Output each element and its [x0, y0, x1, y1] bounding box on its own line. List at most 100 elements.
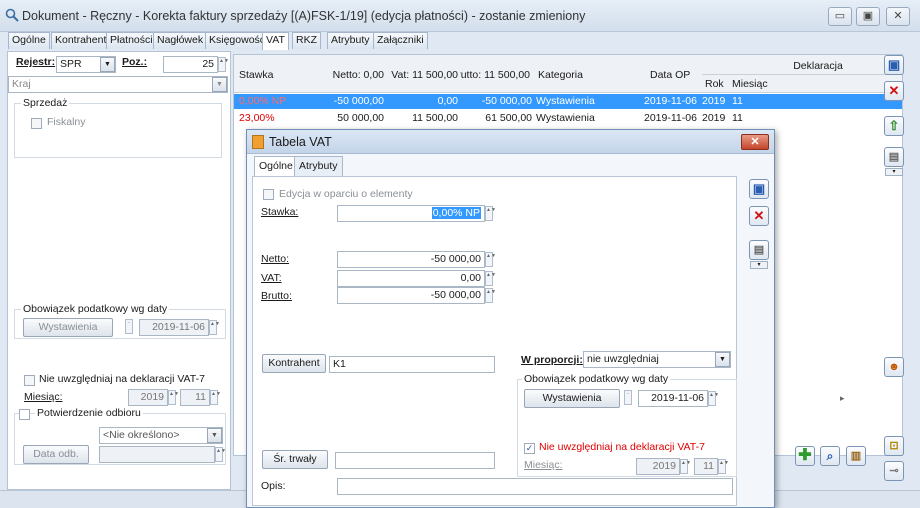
print-icon[interactable]: ▤: [884, 147, 904, 167]
col-rok[interactable]: Rok: [705, 78, 724, 90]
dialog-wystawienia-button[interactable]: Wystawienia: [524, 389, 620, 408]
w-proporcji-label: W proporcji:: [521, 354, 583, 366]
dialog-miesiac-year[interactable]: 2019: [636, 458, 680, 475]
sr-trwaly-input[interactable]: [335, 452, 495, 469]
dialog-obowiazek-date[interactable]: 2019-11-06: [638, 390, 708, 407]
dialog-date-stepper[interactable]: ▲▼: [708, 391, 719, 406]
stawka-input[interactable]: 0,00% NP: [337, 205, 485, 222]
dialog-print-icon[interactable]: ▤: [749, 240, 769, 260]
dialog-month-stepper[interactable]: ▲▼: [718, 459, 729, 474]
approve-icon[interactable]: ⇧: [884, 116, 904, 136]
date-stepper[interactable]: ▲▼: [209, 320, 220, 335]
wystawienia-button[interactable]: Wystawienia: [23, 318, 113, 337]
obowiazek-date[interactable]: 2019-11-06: [139, 319, 209, 336]
col-vat[interactable]: Vat: 11 500,00: [386, 69, 458, 81]
cell-data-op: 2019-11-06: [644, 112, 697, 124]
col-data-op[interactable]: Data OP: [650, 69, 690, 81]
minimize-button[interactable]: ▭: [828, 7, 852, 26]
tab-platnosci[interactable]: Płatności: [106, 32, 157, 49]
dialog-wystawienia-stepper[interactable]: -: [624, 390, 632, 405]
year-stepper[interactable]: ▲▼: [168, 390, 179, 405]
dialog-miesiac-month[interactable]: 11: [694, 458, 718, 475]
rejestr-select[interactable]: SPR ▼: [56, 56, 116, 73]
col-kategoria[interactable]: Kategoria: [538, 69, 583, 81]
dialog-nie-uwzgledniaj-label: Nie uwzględniaj na deklaracji VAT-7: [539, 441, 705, 453]
chevron-down-icon[interactable]: ▼: [212, 77, 227, 92]
tab-atrybuty[interactable]: Atrybuty: [294, 156, 343, 176]
dialog-nie-uwzgledniaj-checkbox[interactable]: ✓: [524, 443, 535, 454]
vat-stepper[interactable]: ▲▼: [485, 271, 496, 286]
tab-naglowek[interactable]: Nagłówek: [153, 32, 208, 49]
add-icon[interactable]: ✚: [795, 446, 815, 466]
dialog-body: Edycja w oparciu o elementy Stawka: 0,00…: [252, 176, 737, 506]
dialog-cancel-icon[interactable]: ✕: [749, 206, 769, 226]
col-netto[interactable]: Netto: 0,00: [314, 69, 384, 81]
tab-zalaczniki[interactable]: Załączniki: [373, 32, 428, 49]
dialog-close-button[interactable]: ✕: [741, 134, 769, 150]
col-miesiac[interactable]: Miesiąc: [732, 78, 768, 90]
tab-vat[interactable]: VAT: [262, 32, 289, 50]
netto-stepper[interactable]: ▲▼: [485, 252, 496, 267]
potwierdzenie-checkbox[interactable]: [19, 409, 30, 420]
data-odb-input[interactable]: [99, 446, 215, 463]
nie-uwzgledniaj-checkbox[interactable]: [24, 375, 35, 386]
table-row[interactable]: 23,00% 50 000,00 11 500,00 61 500,00 Wys…: [234, 111, 902, 126]
opis-input[interactable]: [337, 478, 733, 495]
miesiac-month[interactable]: 11: [180, 389, 210, 406]
vat-input[interactable]: 0,00: [337, 270, 485, 287]
pin-icon[interactable]: ⊸: [884, 461, 904, 481]
netto-input[interactable]: -50 000,00: [337, 251, 485, 268]
data-odb-stepper[interactable]: ▲▼: [215, 447, 226, 462]
stawka-stepper[interactable]: ▲▼: [485, 206, 496, 221]
cell-miesiac: 11: [732, 95, 743, 107]
table-header: Stawka Netto: 0,00 Vat: 11 500,00 Brutto…: [234, 55, 902, 93]
dialog-obowiazek-label: Obowiązek podatkowy wg daty: [522, 373, 671, 385]
tab-kontrahent[interactable]: Kontrahent: [51, 32, 111, 49]
poz-input[interactable]: 25: [163, 56, 218, 73]
miesiac-year[interactable]: 2019: [128, 389, 168, 406]
chevron-down-icon[interactable]: ▼: [715, 352, 730, 367]
brutto-input[interactable]: -50 000,00: [337, 287, 485, 304]
cell-netto: 50 000,00: [337, 112, 384, 124]
poz-stepper[interactable]: ▲▼: [218, 57, 229, 72]
print-dropdown-icon[interactable]: ▾: [885, 168, 903, 176]
dialog-print-dropdown-icon[interactable]: ▾: [750, 261, 768, 269]
tab-ogolne[interactable]: Ogólne: [8, 32, 50, 49]
month-stepper[interactable]: ▲▼: [210, 390, 221, 405]
nieokreslono-select[interactable]: <Nie określono> ▼: [99, 427, 223, 444]
brutto-stepper[interactable]: ▲▼: [485, 288, 496, 303]
w-proporcji-select[interactable]: nie uwzględniaj ▼: [583, 351, 731, 368]
col-stawka[interactable]: Stawka: [239, 69, 273, 81]
sr-trwaly-button[interactable]: Śr. trwały: [262, 450, 328, 469]
lock-icon[interactable]: ⊡: [884, 436, 904, 456]
cell-miesiac: 11: [732, 112, 743, 124]
fiskalny-checkbox[interactable]: [31, 118, 42, 129]
cancel-icon[interactable]: ✕: [884, 81, 904, 101]
close-button[interactable]: ✕: [886, 7, 910, 26]
delete-icon[interactable]: ▥: [846, 446, 866, 466]
tab-rkz[interactable]: RKZ: [292, 32, 321, 49]
chevron-down-icon[interactable]: ▼: [207, 428, 222, 443]
dialog-year-stepper[interactable]: ▲▼: [680, 459, 691, 474]
tab-ksiegowosc[interactable]: Księgowość: [205, 32, 270, 49]
cell-brutto: -50 000,00: [481, 95, 532, 107]
cell-kategoria: Wystawienia: [536, 112, 595, 124]
kraj-select[interactable]: Kraj ▼: [8, 76, 228, 93]
tab-ogolne[interactable]: Ogólne: [254, 156, 298, 177]
users-icon[interactable]: ☻: [884, 357, 904, 377]
search-icon[interactable]: ⌕: [820, 446, 840, 466]
table-row[interactable]: 0,00% NP -50 000,00 0,00 -50 000,00 Wyst…: [234, 94, 902, 109]
kontrahent-input[interactable]: K1: [329, 356, 495, 373]
kontrahent-button[interactable]: Kontrahent: [262, 354, 326, 373]
tab-atrybuty[interactable]: Atrybuty: [327, 32, 374, 49]
data-odb-button[interactable]: Data odb.: [23, 445, 89, 464]
edycja-checkbox[interactable]: [263, 189, 274, 200]
chevron-down-icon[interactable]: ▼: [100, 57, 115, 72]
scroll-right-icon[interactable]: ▸: [840, 393, 845, 404]
tab-bar: Ogólne Kontrahent Płatności Nagłówek Ksi…: [0, 32, 920, 50]
col-brutto[interactable]: Brutto: 11 500,00: [460, 69, 530, 81]
wystawienia-stepper[interactable]: -: [125, 319, 133, 334]
save-icon[interactable]: ▣: [884, 55, 904, 75]
maximize-button[interactable]: ▣: [856, 7, 880, 26]
dialog-save-icon[interactable]: ▣: [749, 179, 769, 199]
